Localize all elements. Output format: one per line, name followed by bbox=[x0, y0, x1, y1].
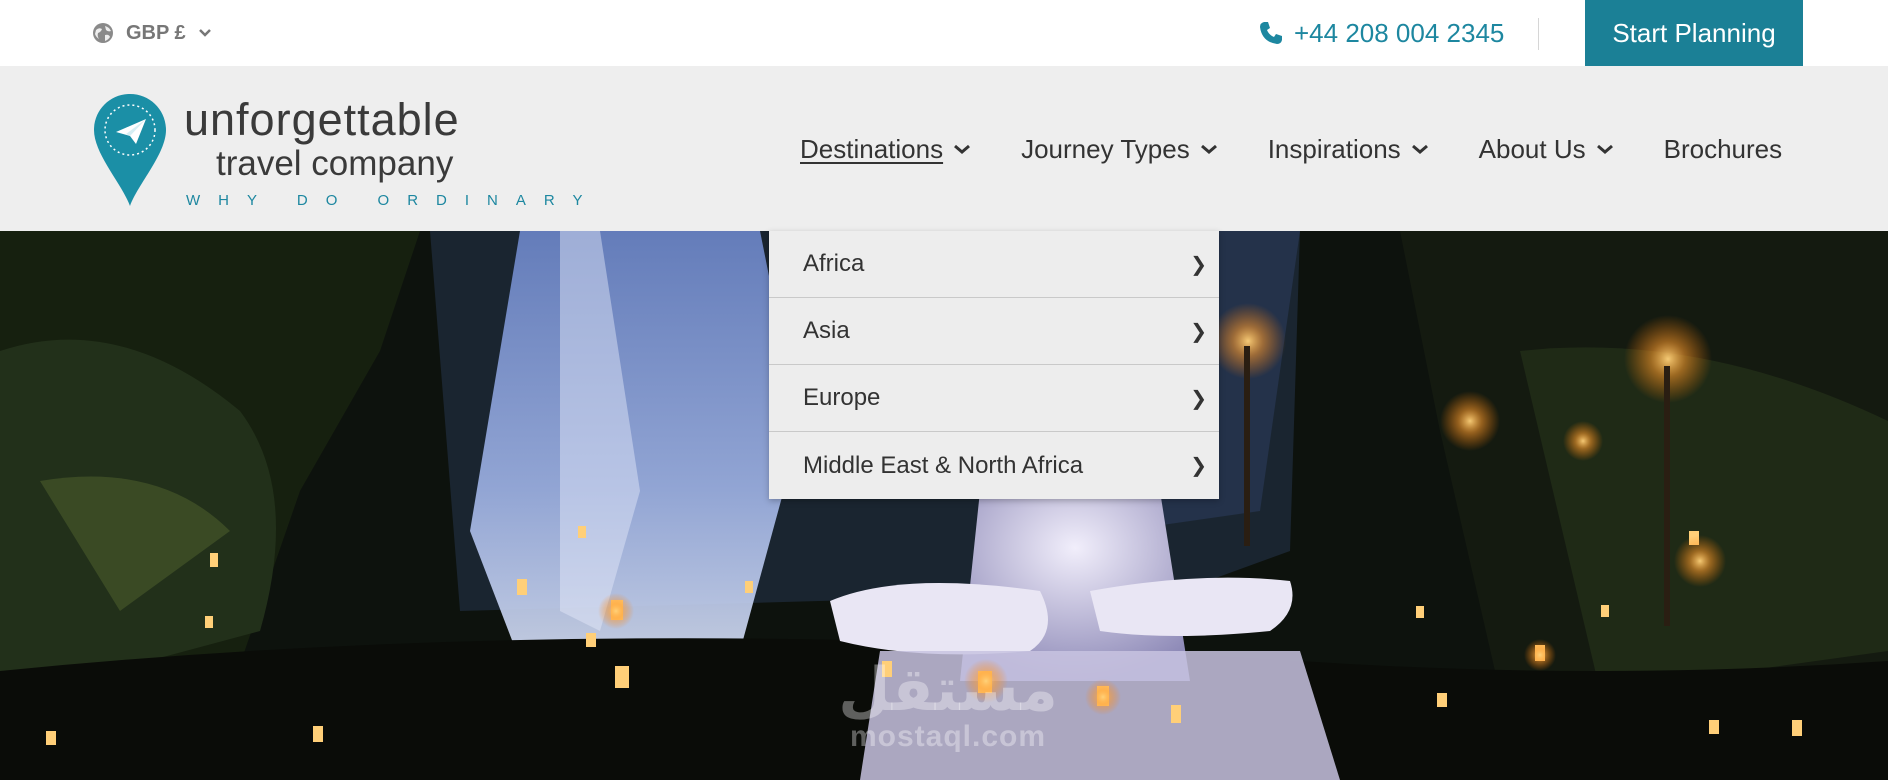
dropdown-item-label: Europe bbox=[803, 384, 881, 411]
nav-item-brochures[interactable]: Brochures bbox=[1664, 134, 1783, 165]
dropdown-item-label: Asia bbox=[803, 317, 850, 344]
logo-line-1: unforgettable bbox=[184, 94, 460, 145]
currency-selector[interactable]: GBP £ bbox=[92, 18, 212, 48]
divider bbox=[1538, 18, 1539, 50]
nav-item-journey-types[interactable]: Journey Types bbox=[1021, 134, 1218, 165]
watermark-latin: mostaql.com bbox=[849, 720, 1047, 753]
site-header: unforgettable travel company WHY DO ORDI… bbox=[0, 66, 1888, 231]
nav-item-label: About Us bbox=[1478, 133, 1586, 164]
currency-label: GBP £ bbox=[126, 21, 186, 44]
logo[interactable]: unforgettable travel company WHY DO ORDI… bbox=[92, 92, 582, 212]
chevron-right-icon: ❯ bbox=[1190, 387, 1207, 410]
dropdown-item-middle-east-north-africa[interactable]: Middle East & North Africa ❯ bbox=[769, 432, 1219, 499]
nav-item-destinations[interactable]: Destinations bbox=[800, 134, 971, 165]
destinations-dropdown: Africa ❯ Asia ❯ Europe ❯ Middle East & N… bbox=[769, 231, 1219, 499]
nav-item-label: Destinations bbox=[800, 133, 944, 164]
chevron-down-icon bbox=[954, 144, 971, 154]
phone-number: +44 208 004 2345 bbox=[1294, 17, 1505, 48]
nav-item-about-us[interactable]: About Us bbox=[1479, 134, 1614, 165]
chevron-down-icon bbox=[1596, 144, 1613, 154]
start-planning-button[interactable]: Start Planning bbox=[1585, 0, 1803, 66]
dropdown-item-africa[interactable]: Africa ❯ bbox=[769, 231, 1219, 298]
nav-item-label: Brochures bbox=[1663, 133, 1783, 164]
watermark-arabic: مستقل bbox=[838, 656, 1058, 723]
dropdown-item-europe[interactable]: Europe ❯ bbox=[769, 365, 1219, 432]
dropdown-item-label: Middle East & North Africa bbox=[803, 451, 1084, 479]
phone-icon bbox=[1260, 22, 1282, 44]
chevron-right-icon: ❯ bbox=[1190, 320, 1207, 343]
chevron-down-icon bbox=[1411, 144, 1428, 154]
watermark: مستقل mostaql.com bbox=[838, 660, 1058, 754]
logo-tagline: WHY DO ORDINARY bbox=[186, 192, 601, 209]
top-utility-bar: GBP £ +44 208 004 2345 Start Planning bbox=[0, 0, 1888, 66]
globe-icon bbox=[93, 23, 113, 43]
phone-link[interactable]: +44 208 004 2345 bbox=[1258, 14, 1504, 52]
paper-plane-pin-icon bbox=[94, 94, 166, 206]
nav-item-inspirations[interactable]: Inspirations bbox=[1268, 134, 1429, 165]
chevron-down-icon bbox=[198, 29, 211, 37]
chevron-down-icon bbox=[1200, 144, 1217, 154]
dropdown-item-asia[interactable]: Asia ❯ bbox=[769, 298, 1219, 365]
dropdown-item-label: Africa bbox=[803, 250, 865, 277]
chevron-right-icon: ❯ bbox=[1190, 253, 1207, 276]
nav-item-label: Journey Types bbox=[1021, 133, 1190, 164]
nav-item-label: Inspirations bbox=[1267, 133, 1401, 164]
main-nav: Destinations Journey Types Inspirations … bbox=[800, 132, 1782, 166]
logo-line-2: travel company bbox=[216, 144, 454, 183]
chevron-right-icon: ❯ bbox=[1190, 455, 1207, 477]
